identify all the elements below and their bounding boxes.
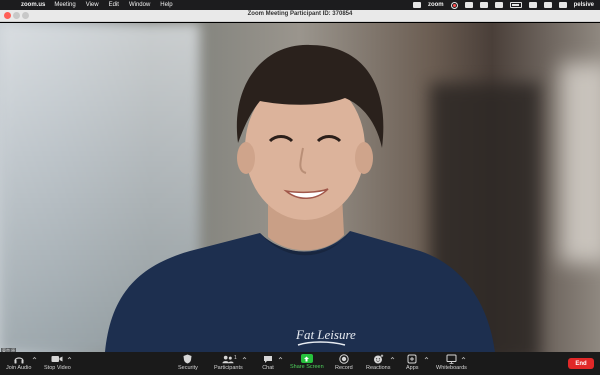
chat-bubble-icon: [262, 354, 274, 364]
participants-options-chevron-icon[interactable]: [242, 356, 247, 361]
record-button[interactable]: Record: [335, 354, 353, 374]
end-meeting-button[interactable]: End: [568, 358, 594, 369]
share-screen-label: Share Screen: [290, 364, 324, 370]
wifi-icon[interactable]: [528, 2, 537, 8]
participants-button[interactable]: Participants: [214, 354, 243, 374]
participants-count: 1: [234, 355, 237, 361]
participant-video-image: Fat Leisure: [105, 44, 495, 352]
menu-help[interactable]: Help: [160, 2, 172, 8]
shirt-logo-text: Fat Leisure: [295, 327, 356, 342]
whiteboards-label: Whiteboards: [436, 365, 467, 371]
user-name[interactable]: pelsive: [574, 2, 594, 8]
video-camera-icon: [51, 354, 63, 364]
apps-button[interactable]: Apps: [406, 354, 419, 374]
window-title: Zoom Meeting Participant ID: 370854: [247, 11, 353, 17]
zoom-status-label[interactable]: zoom: [428, 2, 444, 8]
whiteboards-options-chevron-icon[interactable]: [461, 356, 466, 361]
chat-button[interactable]: Chat: [262, 354, 274, 374]
camera-icon[interactable]: [464, 2, 473, 8]
menu-bar-status: zoom pelsive: [412, 0, 600, 10]
menu-edit[interactable]: Edit: [109, 2, 119, 8]
menu-bar: zoom.us Meeting View Edit Window Help zo…: [0, 0, 600, 10]
bluetooth-icon[interactable]: [479, 2, 488, 8]
reactions-label: Reactions: [366, 365, 391, 371]
shield-icon: [182, 354, 194, 364]
menu-app-name[interactable]: zoom.us: [21, 2, 45, 8]
apps-icon: [406, 354, 418, 364]
join-audio-button[interactable]: Join Audio: [6, 354, 31, 374]
record-icon: [338, 354, 350, 364]
join-audio-label: Join Audio: [6, 365, 32, 371]
window-title-bar: Zoom Meeting Participant ID: 370854: [0, 10, 600, 22]
share-screen-icon: [300, 354, 313, 363]
share-screen-button[interactable]: Share Screen: [290, 354, 324, 374]
chat-label: Chat: [262, 365, 274, 371]
smiley-plus-icon: [372, 354, 384, 364]
meeting-toolbar: Join Audio Stop Video Security Participa…: [0, 352, 600, 375]
security-label: Security: [178, 365, 198, 371]
recording-icon[interactable]: [450, 1, 458, 9]
menu-view[interactable]: View: [86, 2, 99, 8]
search-icon[interactable]: [543, 2, 552, 8]
whiteboard-icon: [445, 354, 457, 364]
background-light: [560, 63, 600, 263]
apps-options-chevron-icon[interactable]: [424, 356, 429, 361]
video-feed[interactable]: Fat Leisure: [0, 23, 600, 352]
menu-meeting[interactable]: Meeting: [54, 2, 75, 8]
audio-options-chevron-icon[interactable]: [32, 356, 37, 361]
menu-window[interactable]: Window: [129, 2, 150, 8]
camera-status-icon[interactable]: [412, 2, 421, 8]
security-button[interactable]: Security: [178, 354, 198, 374]
text-input-icon[interactable]: [494, 2, 503, 8]
battery-icon[interactable]: [509, 2, 522, 8]
reactions-options-chevron-icon[interactable]: [390, 356, 395, 361]
control-center-icon[interactable]: [558, 2, 567, 8]
chat-options-chevron-icon[interactable]: [278, 356, 283, 361]
apple-icon[interactable]: [7, 1, 15, 9]
video-options-chevron-icon[interactable]: [67, 356, 72, 361]
record-label: Record: [335, 365, 353, 371]
headphones-icon: [13, 354, 25, 364]
stop-video-label: Stop Video: [44, 365, 71, 371]
participants-icon: [222, 354, 234, 364]
reactions-button[interactable]: Reactions: [366, 354, 390, 374]
apps-label: Apps: [406, 365, 419, 371]
participants-label: Participants: [214, 365, 243, 371]
